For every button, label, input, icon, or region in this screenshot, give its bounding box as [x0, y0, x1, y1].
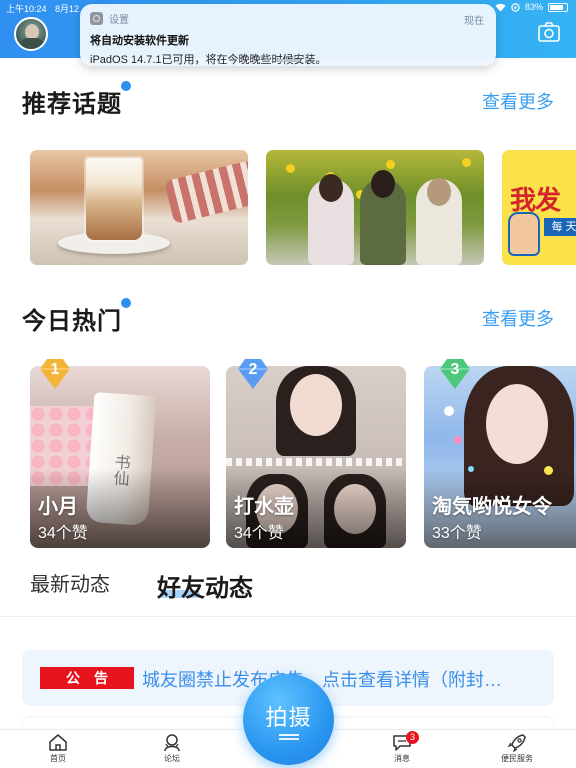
location-icon — [511, 2, 520, 12]
hot-card-name: 打水壶 — [234, 496, 294, 518]
hot-card-likes: 34个赞 — [38, 525, 88, 542]
recommended-badge-dot — [120, 80, 132, 92]
shoot-button-lines — [279, 734, 299, 740]
home-icon — [49, 734, 67, 751]
hot-card-name: 淘気哟悦女令 — [432, 496, 552, 518]
thumbs-up-icon — [508, 212, 540, 256]
hot-card-3[interactable]: 淘気哟悦女令 33个赞 — [424, 366, 576, 548]
camera-button[interactable] — [538, 22, 560, 42]
battery-icon — [548, 2, 568, 12]
notification-title: 将自动安装软件更新 — [90, 35, 189, 47]
topic-card-banner[interactable]: 我发 每 天 — [502, 150, 576, 265]
notification-app-name: 设置 — [109, 15, 129, 26]
hot-section-title: 今日热门 — [22, 297, 132, 336]
status-time: 上午10:24 — [6, 4, 47, 14]
rank-number: 2 — [248, 361, 258, 378]
nav-home-label: 首页 — [50, 754, 66, 763]
rank-number: 1 — [50, 361, 60, 378]
hot-card-1[interactable]: 书仙 小月 34个赞 — [30, 366, 210, 548]
nav-home[interactable]: 首页 — [28, 733, 88, 764]
nav-services[interactable]: 便民服务 — [487, 733, 547, 764]
recommended-title-text: 推荐话题 — [22, 91, 122, 118]
topic-photo-sleeve — [164, 159, 248, 225]
status-bar-left: 上午10:24 8月12 — [6, 2, 79, 15]
hot-card-likes: 33个赞 — [432, 525, 482, 542]
camera-icon — [538, 22, 560, 42]
announcement-text[interactable]: 城友圈禁止发布广告，点击查看详情（附封… — [142, 666, 552, 692]
topic-photo-cup — [86, 158, 142, 240]
rank-badge-2: 2 — [236, 356, 270, 390]
tab-friends[interactable]: 好友动态 — [157, 568, 253, 603]
hot-title-text: 今日热门 — [22, 308, 122, 335]
hot-card-likes: 34个赞 — [234, 525, 284, 542]
nav-messages[interactable]: 3 消息 — [372, 731, 432, 764]
recommended-more-link[interactable]: 查看更多 — [482, 88, 554, 114]
recommended-section-title: 推荐话题 — [22, 80, 132, 119]
topic-banner-tag: 每 天 — [544, 218, 576, 236]
tab-latest[interactable]: 最新动态 — [30, 568, 110, 597]
shoot-button[interactable]: 拍摄 — [243, 674, 334, 765]
topic-card-group[interactable] — [266, 150, 484, 265]
shoot-button-label: 拍摄 — [265, 705, 312, 730]
rank-number: 3 — [450, 361, 460, 378]
nav-forum[interactable]: 论坛 — [142, 733, 202, 764]
notification-time: 现在 — [464, 16, 484, 27]
user-avatar[interactable] — [14, 17, 48, 51]
notification-grabber[interactable] — [276, 59, 300, 62]
wifi-icon — [495, 3, 506, 11]
settings-gear-icon — [90, 12, 103, 25]
hot-card-2[interactable]: 打水壶 34个赞 — [226, 366, 406, 548]
rocket-icon — [507, 734, 526, 752]
hot-badge-dot — [120, 297, 132, 309]
status-bar-right: 83% — [495, 2, 568, 12]
notification-app: 设置 — [90, 11, 486, 26]
hot-more-link[interactable]: 查看更多 — [482, 305, 554, 331]
message-count-badge: 3 — [406, 731, 419, 744]
rank-badge-1: 1 — [38, 356, 72, 390]
nav-services-label: 便民服务 — [501, 754, 533, 763]
topic-card-coffee[interactable] — [30, 150, 248, 265]
announcement-badge: 公告 — [40, 667, 134, 689]
rank-badge-3: 3 — [438, 356, 472, 390]
forum-icon — [164, 734, 180, 752]
nav-messages-label: 消息 — [394, 754, 410, 763]
status-date: 8月12 — [55, 4, 80, 14]
tabs-divider — [0, 616, 576, 617]
battery-percent: 83% — [524, 2, 543, 12]
nav-forum-label: 论坛 — [164, 754, 180, 763]
hot-card-name: 小月 — [38, 496, 78, 518]
system-notification[interactable]: 设置 现在 将自动安装软件更新 iPadOS 14.7.1已可用，将在今晚晚些时… — [80, 4, 496, 66]
